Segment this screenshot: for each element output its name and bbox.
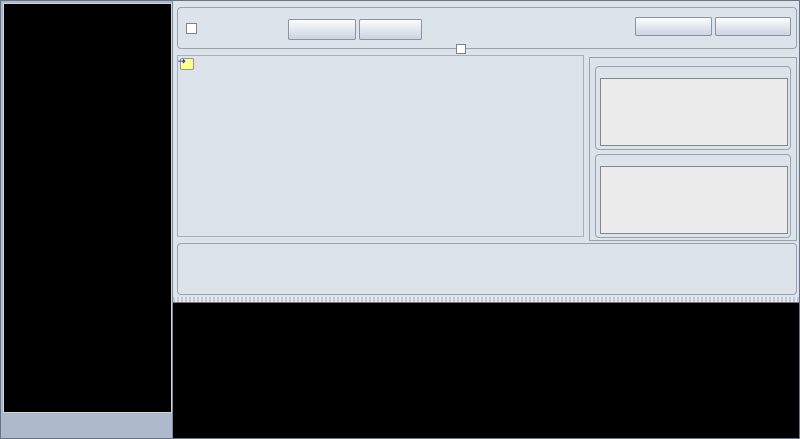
control-panel-groupbox [177, 7, 797, 49]
realtime-log-graph [173, 302, 800, 439]
gauges-svg [4, 4, 169, 410]
3d-view-checkbox[interactable] [456, 44, 466, 54]
cell-weighting-groupbox [595, 66, 791, 150]
stop-auto-tune-button[interactable] [715, 17, 791, 36]
gauge-panel-tabs [3, 412, 171, 438]
cell-change-groupbox [595, 154, 791, 238]
status-tab-content [589, 57, 797, 241]
send-button[interactable] [288, 19, 356, 40]
cell-cursor-icon: ⇢ [178, 56, 186, 67]
gauge-cluster-panel [1, 1, 173, 439]
burn-button[interactable] [359, 19, 422, 40]
veanalyze-stats-groupbox [177, 243, 797, 295]
ve-table-panel: ⇢ [177, 55, 584, 237]
cell-weighting-heatmap [600, 78, 788, 146]
gauge-display-area [3, 3, 172, 413]
log-traces-svg [173, 303, 800, 439]
correcting-table-button[interactable] [635, 17, 712, 36]
update-controller-checkbox[interactable] [186, 23, 197, 34]
app-window: ⇢ [0, 0, 800, 439]
cell-change-heatmap [600, 166, 788, 234]
